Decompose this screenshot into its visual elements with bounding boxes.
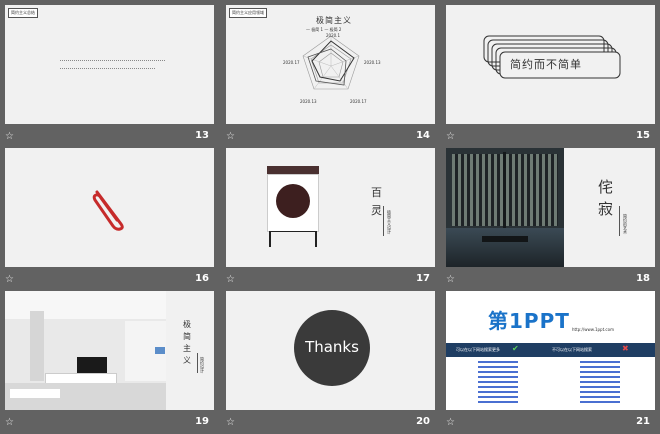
thanks-text: Thanks — [305, 338, 359, 356]
divider-line — [197, 353, 198, 373]
slide-number: 15 — [636, 130, 650, 141]
slide-number: 16 — [195, 273, 209, 284]
slide-preview-14[interactable]: 简约主义应用领域 极简主义 — 极简 1 — 极简 2 2020.1 2020.… — [226, 5, 435, 124]
radar-chart — [302, 35, 360, 90]
interior-photo — [5, 291, 166, 410]
vertical-title-1: 侘 — [598, 178, 614, 196]
transition-star-icon[interactable]: ☆ — [226, 275, 235, 285]
site-logo: 第1PPT — [488, 309, 570, 333]
axis-label: 2020.13 — [300, 99, 317, 104]
slide-preview-20[interactable]: Thanks — [226, 291, 435, 410]
slide-title: 简约主义应用领域 — [229, 8, 267, 18]
slide-preview-19[interactable]: 极 简 主 义 简约设计 — [5, 291, 214, 410]
vertical-title-2: 寂 — [598, 200, 614, 218]
paperclip-icon — [92, 190, 124, 231]
slide-preview-16[interactable] — [5, 148, 214, 267]
axis-label: 2020.17 — [283, 60, 300, 65]
transition-star-icon[interactable]: ☆ — [5, 418, 14, 428]
vertical-title-4: 义 — [183, 356, 191, 365]
slide-heading: 简约而不简单 — [510, 58, 582, 71]
slide-thumb-17[interactable]: 百 灵 极简主义设计 ☆ 17 — [226, 148, 435, 285]
slide-preview-15[interactable]: 简约而不简单 — [446, 5, 655, 124]
site-url: http://www.1ppt.com — [572, 327, 614, 332]
room-photo — [446, 148, 564, 267]
slide-preview-18[interactable]: 侘 寂 简约的艺术 — [446, 148, 655, 267]
slide-thumb-19[interactable]: 极 简 主 义 简约设计 ☆ 19 — [5, 291, 214, 428]
axis-label: 2020.17 — [350, 99, 367, 104]
slide-thumb-14[interactable]: 简约主义应用领域 极简主义 — 极简 1 — 极简 2 2020.1 2020.… — [226, 5, 435, 142]
slide-number: 13 — [195, 130, 209, 141]
vertical-subtitle: 极简主义设计 — [387, 210, 392, 234]
slide-thumb-16[interactable]: ☆ 16 — [5, 148, 214, 285]
transition-star-icon[interactable]: ☆ — [5, 132, 14, 142]
slide-title: 简约主义总结 — [8, 8, 38, 18]
slide-thumb-13[interactable]: 简约主义总结 ☆ 13 — [5, 5, 214, 142]
transition-star-icon[interactable]: ☆ — [226, 418, 235, 428]
slide-preview-21[interactable]: 第1PPT http://www.1ppt.com 可以在以下网站搜索更多 ✔ … — [446, 291, 655, 410]
transition-star-icon[interactable]: ☆ — [446, 275, 455, 285]
vertical-title-1: 百 — [371, 186, 382, 199]
link-list-left — [478, 361, 518, 403]
slide-number: 21 — [636, 416, 650, 427]
transition-star-icon[interactable]: ☆ — [446, 418, 455, 428]
vertical-title-1: 极 — [183, 320, 191, 329]
slide-number: 20 — [416, 416, 430, 427]
divider-line — [619, 206, 620, 236]
slide-thumb-18[interactable]: 侘 寂 简约的艺术 ☆ 18 — [446, 148, 655, 285]
vertical-title-2: 灵 — [371, 204, 382, 217]
transition-star-icon[interactable]: ☆ — [226, 132, 235, 142]
vertical-title-3: 主 — [183, 344, 191, 353]
vertical-subtitle: 简约设计 — [200, 357, 205, 373]
axis-label: 2020.1 — [326, 33, 340, 38]
slide-preview-17[interactable]: 百 灵 极简主义设计 — [226, 148, 435, 267]
slide-thumb-15[interactable]: 简约而不简单 ☆ 15 — [446, 5, 655, 142]
body-text — [60, 57, 165, 69]
vertical-title-2: 简 — [183, 332, 191, 341]
vertical-subtitle: 简约的艺术 — [623, 214, 628, 234]
slide-number: 18 — [636, 273, 650, 284]
check-icon: ✔ — [512, 344, 519, 353]
transition-star-icon[interactable]: ☆ — [446, 132, 455, 142]
slide-number: 17 — [416, 273, 430, 284]
slide-thumb-21[interactable]: 第1PPT http://www.1ppt.com 可以在以下网站搜索更多 ✔ … — [446, 291, 655, 428]
cross-icon: ✖ — [622, 344, 629, 353]
right-banner-heading: 不可以在以下网站搜索 — [552, 347, 592, 352]
link-list-right — [580, 361, 620, 403]
left-banner-heading: 可以在以下网站搜索更多 — [456, 347, 500, 352]
divider-line — [383, 206, 384, 236]
slide-number: 19 — [195, 416, 209, 427]
transition-star-icon[interactable]: ☆ — [5, 275, 14, 285]
product-illustration — [267, 166, 319, 247]
slide-heading: 极简主义 — [316, 16, 352, 25]
axis-label: 2020.13 — [364, 60, 381, 65]
slide-number: 14 — [416, 130, 430, 141]
slide-thumb-20[interactable]: Thanks ☆ 20 — [226, 291, 435, 428]
slide-preview-13[interactable]: 简约主义总结 — [5, 5, 214, 124]
